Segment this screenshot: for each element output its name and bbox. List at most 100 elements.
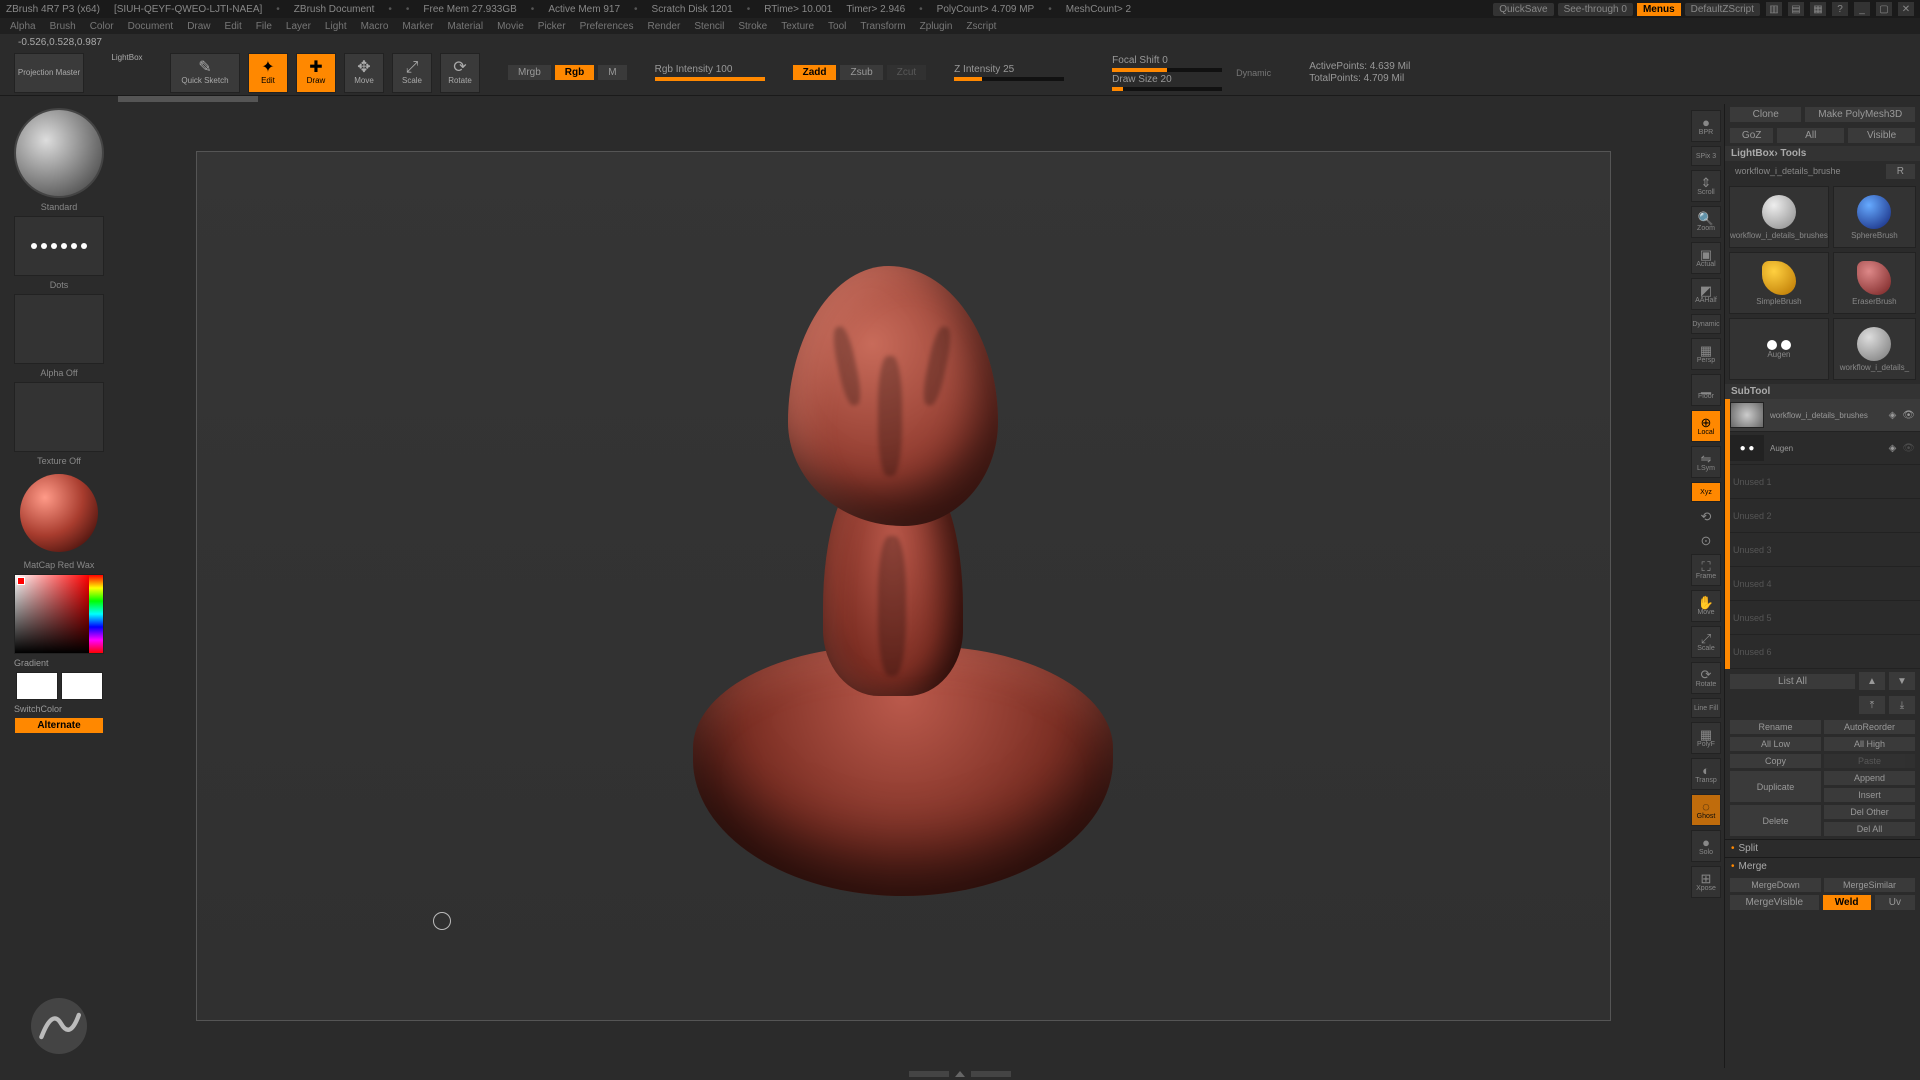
close-button[interactable]: ✕ bbox=[1898, 2, 1914, 16]
clone-button[interactable]: Clone bbox=[1730, 107, 1801, 122]
viewport[interactable] bbox=[196, 151, 1611, 1021]
goz-all-button[interactable]: All bbox=[1777, 128, 1844, 143]
scale-mode-button[interactable]: ⤢Scale bbox=[392, 53, 432, 93]
nav-rotate-button[interactable]: ⟳Rotate bbox=[1691, 662, 1721, 694]
mergesimilar-button[interactable]: MergeSimilar bbox=[1824, 878, 1915, 892]
xpose-button[interactable]: ⊞Xpose bbox=[1691, 866, 1721, 898]
draw-mode-button[interactable]: ✚Draw bbox=[296, 53, 336, 93]
nav-move-button[interactable]: ✋Move bbox=[1691, 590, 1721, 622]
edit-mode-button[interactable]: ✦Edit bbox=[248, 53, 288, 93]
secondary-color-swatch[interactable] bbox=[61, 672, 103, 700]
autoreorder-button[interactable]: AutoReorder bbox=[1824, 720, 1915, 734]
del-all-button[interactable]: Del All bbox=[1824, 822, 1915, 836]
menu-transform[interactable]: Transform bbox=[860, 21, 905, 32]
minimize-button[interactable]: _ bbox=[1854, 2, 1870, 16]
alternate-button[interactable]: Alternate bbox=[15, 718, 103, 733]
quicksave-button[interactable]: QuickSave bbox=[1493, 3, 1553, 16]
copy-button[interactable]: Copy bbox=[1730, 754, 1821, 768]
move-top-button[interactable]: ⤒ bbox=[1859, 696, 1885, 714]
ghost-button[interactable]: ◌Ghost bbox=[1691, 794, 1721, 826]
tool-item-eraserbrush[interactable]: EraserBrush bbox=[1833, 252, 1916, 314]
tool-item-augen[interactable]: Augen bbox=[1729, 318, 1829, 380]
nav-scale-button[interactable]: ⤢Scale bbox=[1691, 626, 1721, 658]
mrgb-toggle[interactable]: Mrgb bbox=[508, 65, 551, 80]
menu-stroke[interactable]: Stroke bbox=[738, 21, 767, 32]
mergedown-button[interactable]: MergeDown bbox=[1730, 878, 1821, 892]
solo-button[interactable]: ●Solo bbox=[1691, 830, 1721, 862]
rename-button[interactable]: Rename bbox=[1730, 720, 1821, 734]
brush-mode-icon[interactable]: ◈ bbox=[1889, 443, 1897, 454]
menu-macro[interactable]: Macro bbox=[361, 21, 389, 32]
menu-marker[interactable]: Marker bbox=[402, 21, 433, 32]
stroke-thumbnail[interactable] bbox=[14, 216, 104, 276]
draw-size-slider[interactable] bbox=[1112, 87, 1222, 91]
win-layout2-button[interactable]: ▤ bbox=[1788, 2, 1804, 16]
menu-stencil[interactable]: Stencil bbox=[694, 21, 724, 32]
actual-button[interactable]: ▣Actual bbox=[1691, 242, 1721, 274]
move-bottom-button[interactable]: ⤓ bbox=[1889, 696, 1915, 714]
win-layout3-button[interactable]: ▦ bbox=[1810, 2, 1826, 16]
color-picker[interactable] bbox=[14, 574, 104, 654]
bpr-button[interactable]: ●BPR bbox=[1691, 110, 1721, 142]
win-layout1-button[interactable]: ▥ bbox=[1766, 2, 1782, 16]
projection-master-button[interactable]: Projection Master bbox=[14, 53, 84, 93]
duplicate-button[interactable]: Duplicate bbox=[1730, 771, 1821, 802]
menu-edit[interactable]: Edit bbox=[225, 21, 242, 32]
transp-button[interactable]: ◐Transp bbox=[1691, 758, 1721, 790]
tool-item-spherebrush[interactable]: SphereBrush bbox=[1833, 186, 1916, 248]
bottom-scroll-right[interactable] bbox=[971, 1071, 1011, 1077]
dynamic-toggle[interactable]: Dynamic bbox=[1691, 314, 1721, 334]
tool-r-button[interactable]: R bbox=[1886, 164, 1915, 179]
switch-color-button[interactable]: SwitchColor bbox=[14, 704, 62, 714]
menu-color[interactable]: Color bbox=[90, 21, 114, 32]
subtool-item-1[interactable]: ● ● Augen ◈ 👁 bbox=[1725, 432, 1920, 465]
zoom-button[interactable]: 🔍Zoom bbox=[1691, 206, 1721, 238]
uv-toggle[interactable]: Uv bbox=[1875, 895, 1915, 910]
menu-draw[interactable]: Draw bbox=[187, 21, 210, 32]
insert-button[interactable]: Insert bbox=[1824, 788, 1915, 802]
xyz-button[interactable]: Xyz bbox=[1691, 482, 1721, 502]
move-up-button[interactable]: ▲ bbox=[1859, 672, 1885, 690]
menu-picker[interactable]: Picker bbox=[538, 21, 566, 32]
maximize-button[interactable]: ▢ bbox=[1876, 2, 1892, 16]
brush-thumbnail[interactable] bbox=[14, 108, 104, 198]
make-polymesh-button[interactable]: Make PolyMesh3D bbox=[1805, 107, 1915, 122]
rgb-toggle[interactable]: Rgb bbox=[555, 65, 594, 80]
lsym-button[interactable]: ⇋LSym bbox=[1691, 446, 1721, 478]
menu-preferences[interactable]: Preferences bbox=[580, 21, 634, 32]
zcut-toggle[interactable]: Zcut bbox=[887, 65, 926, 80]
del-other-button[interactable]: Del Other bbox=[1824, 805, 1915, 819]
local-button[interactable]: ⊕Local bbox=[1691, 410, 1721, 442]
polyf-button[interactable]: ▦PolyF bbox=[1691, 722, 1721, 754]
brush-mode-icon[interactable]: ◈ bbox=[1889, 410, 1897, 421]
lightbox-tools-header[interactable]: LightBox› Tools bbox=[1725, 146, 1920, 161]
zsub-toggle[interactable]: Zsub bbox=[840, 65, 882, 80]
gradient-label[interactable]: Gradient bbox=[14, 658, 49, 668]
frame-button[interactable]: ⛶Frame bbox=[1691, 554, 1721, 586]
move-down-button[interactable]: ▼ bbox=[1889, 672, 1915, 690]
append-button[interactable]: Append bbox=[1824, 771, 1915, 785]
seethrough-slider[interactable]: See-through 0 bbox=[1558, 3, 1633, 16]
menu-file[interactable]: File bbox=[256, 21, 272, 32]
menu-movie[interactable]: Movie bbox=[497, 21, 524, 32]
menu-layer[interactable]: Layer bbox=[286, 21, 311, 32]
help-icon[interactable]: ? bbox=[1832, 2, 1848, 16]
menu-render[interactable]: Render bbox=[648, 21, 681, 32]
eye-icon[interactable]: 👁 bbox=[1902, 410, 1915, 421]
goz-visible-button[interactable]: Visible bbox=[1848, 128, 1915, 143]
subtool-item-0[interactable]: workflow_i_details_brushes ◈ 👁 bbox=[1725, 399, 1920, 432]
tool-item-workflow-brushes[interactable]: workflow_i_details_brushes bbox=[1729, 186, 1829, 248]
alpha-thumbnail[interactable] bbox=[14, 294, 104, 364]
rgb-intensity-slider[interactable] bbox=[655, 77, 765, 81]
menu-tool[interactable]: Tool bbox=[828, 21, 846, 32]
z-intensity-slider[interactable] bbox=[954, 77, 1064, 81]
m-toggle[interactable]: M bbox=[598, 65, 626, 80]
menu-zscript[interactable]: Zscript bbox=[966, 21, 996, 32]
weld-toggle[interactable]: Weld bbox=[1823, 895, 1871, 910]
tool-item-simplebrush[interactable]: SimpleBrush bbox=[1729, 252, 1829, 314]
menu-texture[interactable]: Texture bbox=[781, 21, 814, 32]
goz-button[interactable]: GoZ bbox=[1730, 128, 1773, 143]
zadd-toggle[interactable]: Zadd bbox=[793, 65, 837, 80]
eye-icon[interactable]: 👁 bbox=[1902, 443, 1915, 454]
list-all-button[interactable]: List All bbox=[1730, 674, 1855, 689]
